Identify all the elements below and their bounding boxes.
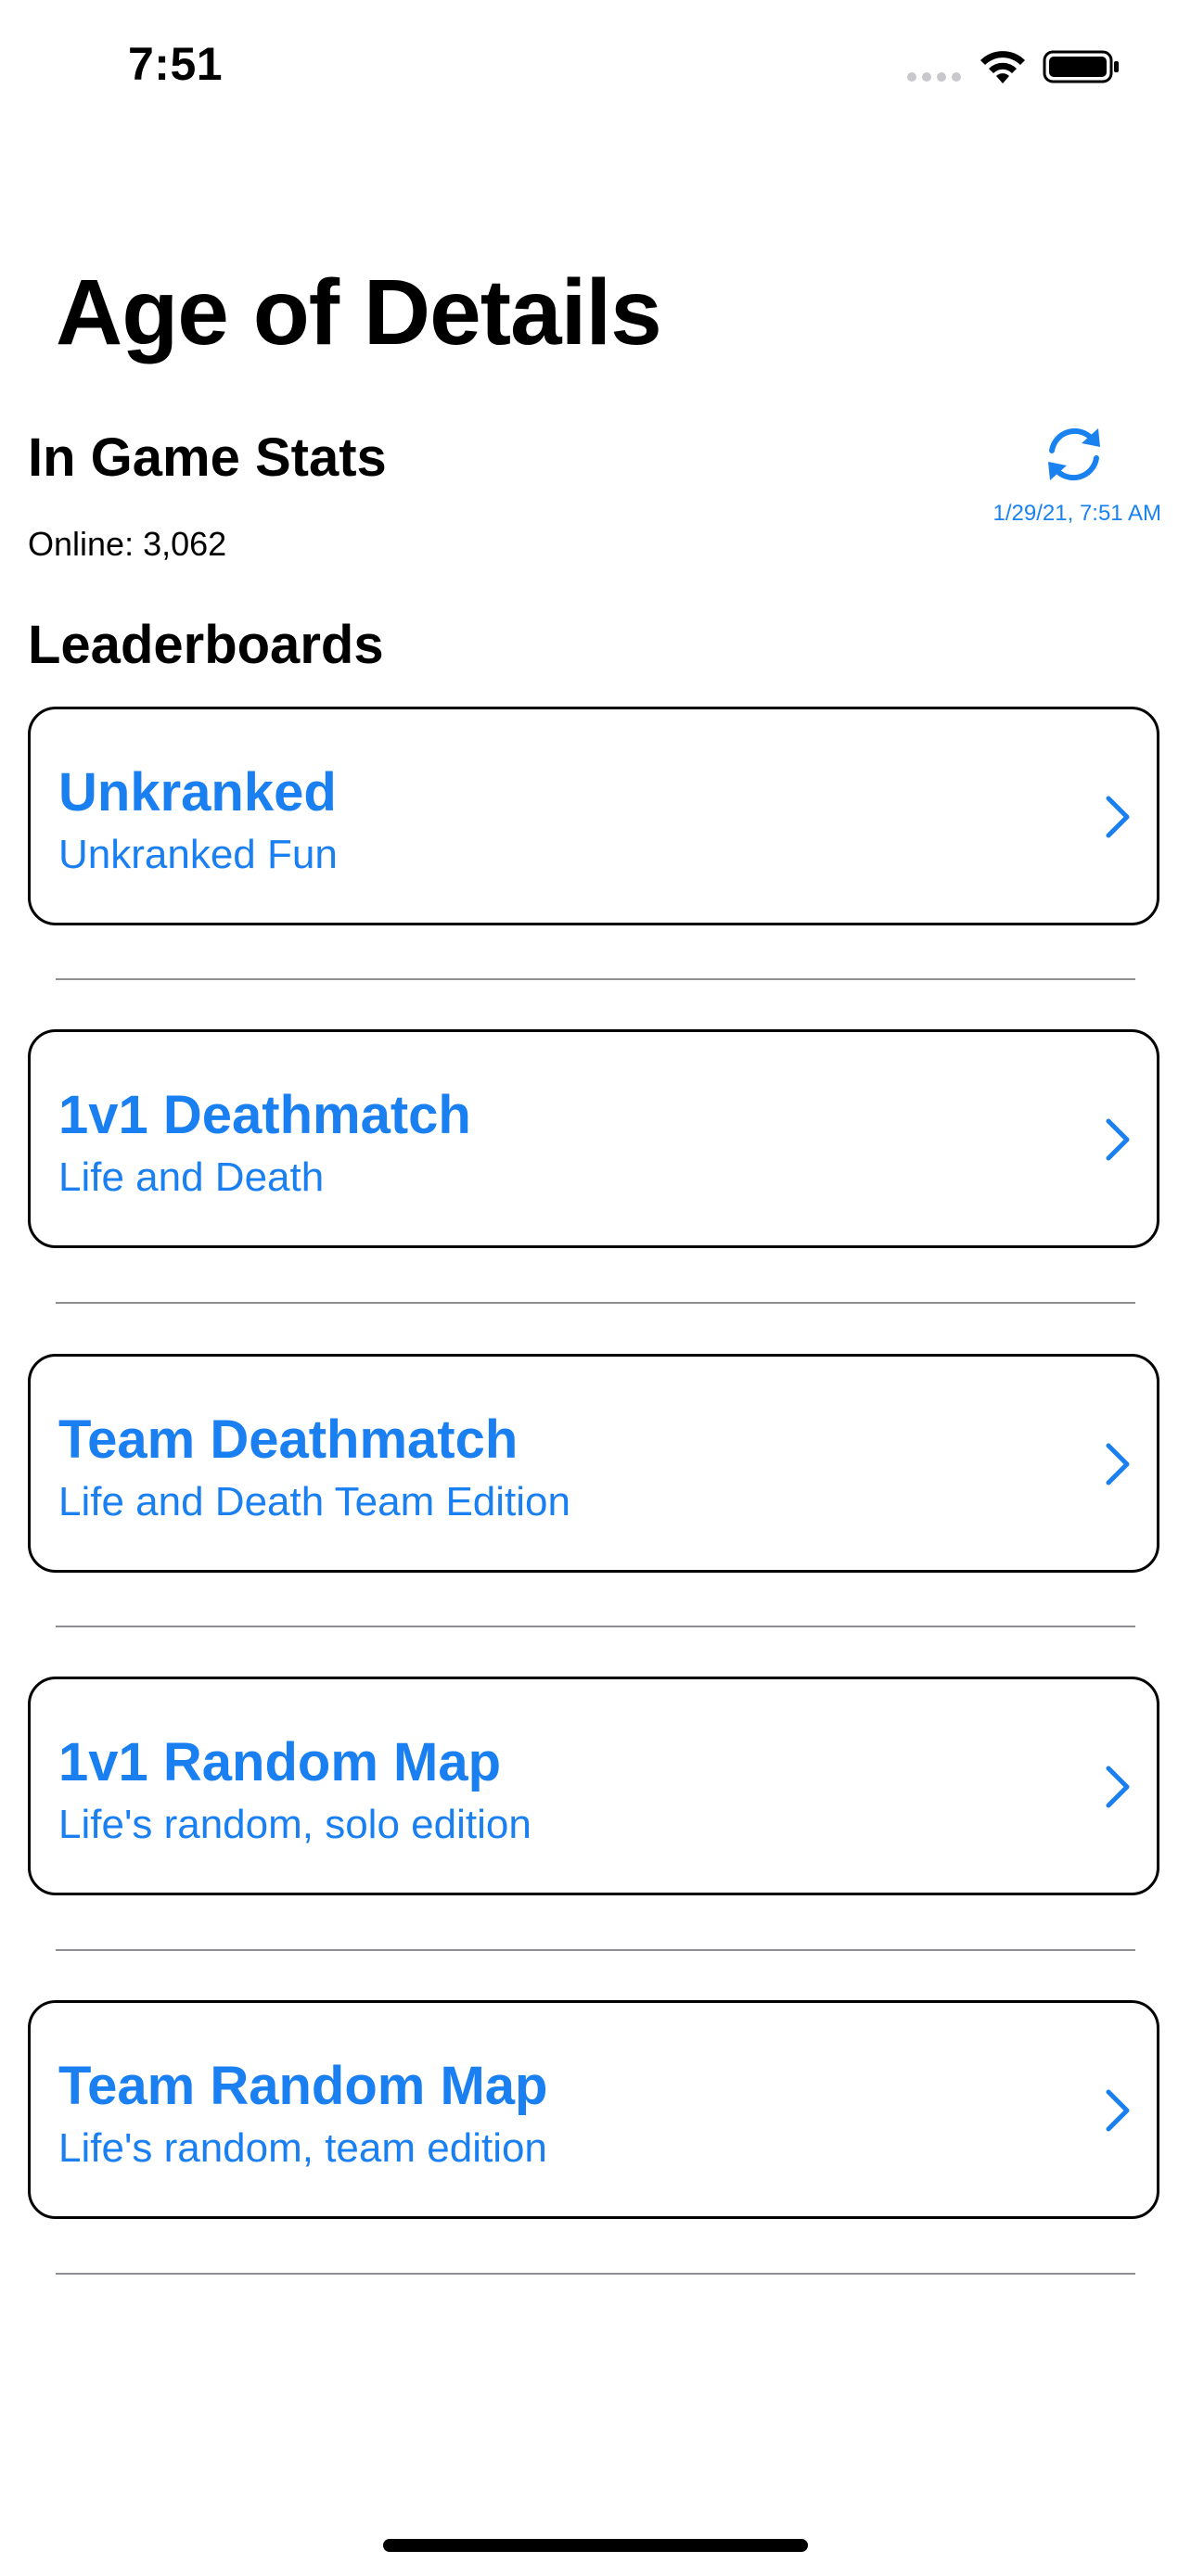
page-title: Age of Details xyxy=(56,261,662,364)
leaderboard-subtitle: Life and Death xyxy=(58,1154,325,1200)
refresh-button[interactable] xyxy=(1039,419,1109,490)
leaderboard-subtitle: Life's random, team edition xyxy=(58,2125,547,2171)
leaderboards-section-title: Leaderboards xyxy=(28,615,384,675)
leaderboard-card-1v1-deathmatch[interactable]: 1v1 Deathmatch Life and Death xyxy=(28,1029,1159,1248)
wifi-icon xyxy=(980,51,1025,83)
leaderboard-name: Team Random Map xyxy=(58,2056,548,2116)
home-indicator[interactable] xyxy=(383,2539,808,2552)
online-count: Online: 3,062 xyxy=(28,525,226,564)
leaderboard-card-team-deathmatch[interactable]: Team Deathmatch Life and Death Team Edit… xyxy=(28,1354,1159,1573)
list-separator xyxy=(56,2273,1135,2275)
leaderboard-card-unkranked[interactable]: Unkranked Unkranked Fun xyxy=(28,707,1159,925)
leaderboard-name: 1v1 Random Map xyxy=(58,1732,501,1792)
leaderboard-name: Team Deathmatch xyxy=(58,1409,519,1470)
leaderboard-subtitle: Life and Death Team Edition xyxy=(58,1479,570,1524)
list-separator xyxy=(56,978,1135,980)
chevron-right-icon xyxy=(1106,796,1130,838)
leaderboard-card-team-random-map[interactable]: Team Random Map Life's random, team edit… xyxy=(28,2000,1159,2219)
refresh-icon xyxy=(1048,427,1100,481)
online-value: 3,062 xyxy=(143,525,227,563)
leaderboard-subtitle: Unkranked Fun xyxy=(58,832,338,877)
battery-icon xyxy=(1043,50,1119,83)
cellular-signal-icon xyxy=(907,72,961,82)
status-time: 7:51 xyxy=(128,38,224,90)
chevron-right-icon xyxy=(1106,2089,1130,2132)
chevron-right-icon xyxy=(1106,1443,1130,1486)
online-label: Online: xyxy=(28,525,134,563)
stats-section-title: In Game Stats xyxy=(28,427,387,488)
leaderboard-subtitle: Life's random, solo edition xyxy=(58,1802,531,1847)
chevron-right-icon xyxy=(1106,1118,1130,1161)
leaderboard-name: Unkranked xyxy=(58,762,337,823)
last-updated-timestamp: 1/29/21, 7:51 AM xyxy=(992,501,1161,526)
list-separator xyxy=(56,1302,1135,1304)
leaderboard-name: 1v1 Deathmatch xyxy=(58,1085,471,1145)
list-separator xyxy=(56,1626,1135,1627)
chevron-right-icon xyxy=(1106,1766,1130,1808)
status-bar: 7:51 xyxy=(0,0,1191,139)
leaderboard-card-1v1-random-map[interactable]: 1v1 Random Map Life's random, solo editi… xyxy=(28,1677,1159,1895)
list-separator xyxy=(56,1949,1135,1951)
